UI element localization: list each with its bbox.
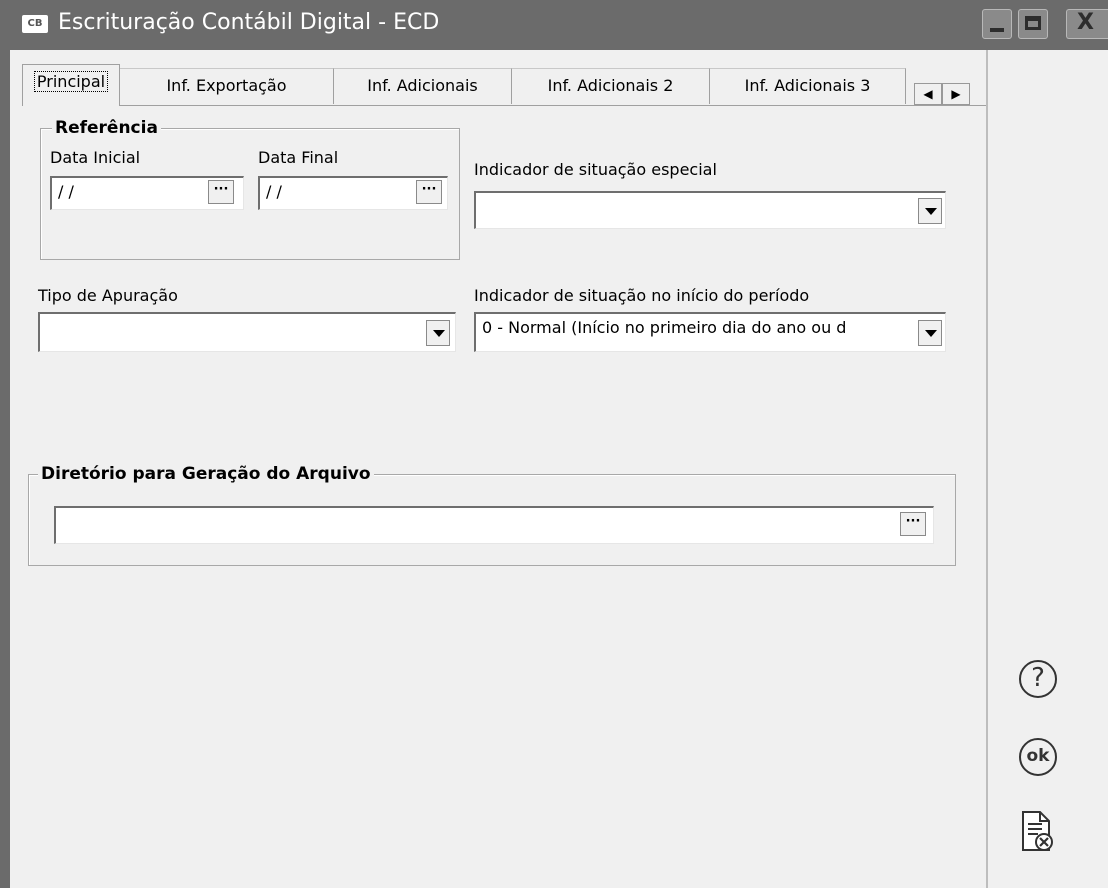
tab-inf-adicionais[interactable]: Inf. Adicionais [334, 68, 512, 104]
close-icon: X [1077, 10, 1094, 35]
tipo-apuracao-select[interactable] [38, 312, 456, 352]
maximize-button[interactable] [1018, 9, 1048, 39]
chevron-down-icon [433, 330, 445, 337]
minimize-button[interactable] [982, 9, 1012, 39]
situacao-especial-label: Indicador de situação especial [474, 160, 717, 179]
situacao-inicio-dropdown[interactable] [918, 320, 942, 346]
data-final-label: Data Final [258, 148, 339, 167]
data-inicial-label: Data Inicial [50, 148, 141, 167]
referencia-title: Referência [52, 118, 161, 138]
close-button[interactable]: X [1066, 9, 1108, 39]
tab-principal[interactable]: Principal [22, 64, 120, 106]
chevron-down-icon [925, 330, 937, 337]
data-inicial-browse-button[interactable]: ··· [208, 180, 234, 204]
tab-scroll: ◀ ▶ [914, 83, 976, 107]
app-icon: CB [22, 15, 48, 33]
situacao-especial-dropdown[interactable] [918, 198, 942, 224]
tab-scroll-right-icon[interactable]: ▶ [942, 83, 970, 105]
tab-inf-adicionais-3[interactable]: Inf. Adicionais 3 [710, 68, 906, 104]
diretorio-title: Diretório para Geração do Arquivo [38, 464, 374, 484]
minimize-icon [990, 28, 1004, 32]
window-title: Escrituração Contábil Digital - ECD [58, 10, 440, 35]
diretorio-browse-button[interactable]: ··· [900, 512, 926, 536]
title-bar: CB Escrituração Contábil Digital - ECD X [0, 0, 1108, 50]
chevron-down-icon [925, 208, 937, 215]
maximize-icon [1025, 16, 1041, 30]
situacao-inicio-label: Indicador de situação no início do perío… [474, 286, 810, 305]
situacao-especial-select[interactable] [474, 191, 946, 229]
tab-inf-exportacao[interactable]: Inf. Exportação [120, 68, 334, 104]
tab-panel-border [22, 105, 986, 106]
tab-inf-adicionais-2[interactable]: Inf. Adicionais 2 [512, 68, 710, 104]
help-icon[interactable]: ? [1019, 660, 1057, 698]
tipo-apuracao-label: Tipo de Apuração [38, 286, 178, 305]
cancel-document-icon[interactable] [1020, 810, 1056, 854]
situacao-inicio-select[interactable]: 0 - Normal (Início no primeiro dia do an… [474, 312, 946, 352]
window-frame [0, 50, 10, 888]
ok-icon[interactable]: ok [1019, 738, 1057, 776]
tab-scroll-left-icon[interactable]: ◀ [914, 83, 942, 105]
diretorio-field[interactable] [54, 506, 934, 544]
tab-label: Principal [33, 71, 109, 92]
tipo-apuracao-dropdown[interactable] [426, 320, 450, 346]
side-divider [986, 50, 988, 888]
data-final-browse-button[interactable]: ··· [416, 180, 442, 204]
